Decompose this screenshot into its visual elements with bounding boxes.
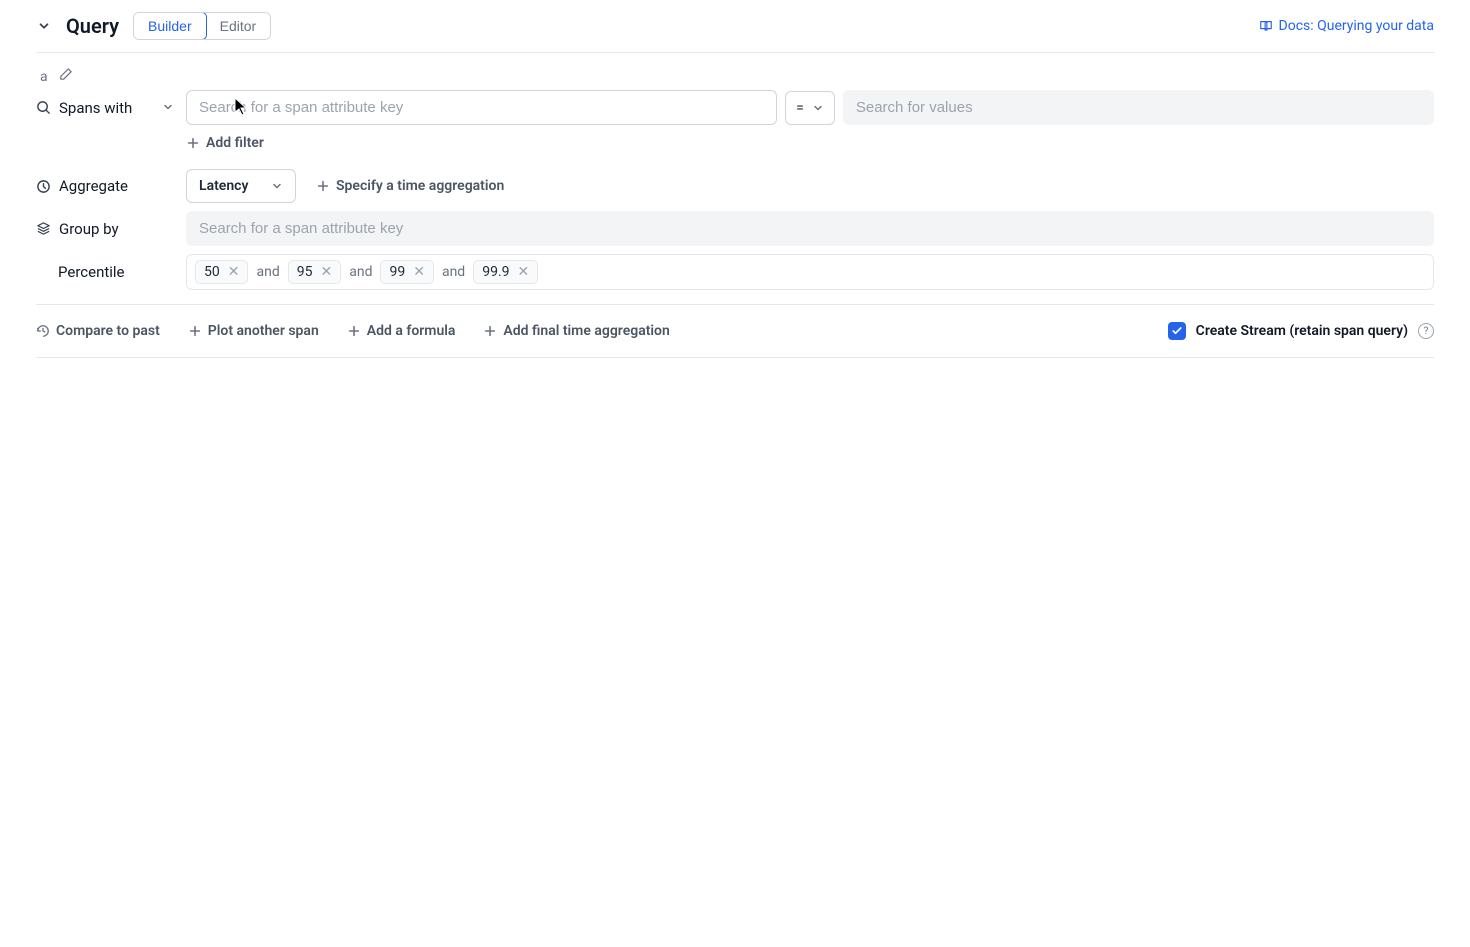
percentile-value: 95 <box>297 264 313 280</box>
query-body: a Spans with = Add filter <box>36 53 1434 358</box>
layers-icon <box>36 221 51 236</box>
help-icon[interactable]: ? <box>1418 323 1434 339</box>
plot-another-text: Plot another span <box>208 323 319 339</box>
spans-with-label[interactable]: Spans with <box>36 99 174 117</box>
and-text: and <box>256 264 279 280</box>
aggregate-row: Aggregate Latency Specify a time aggrega… <box>36 169 1434 203</box>
close-icon[interactable]: ✕ <box>228 265 240 279</box>
group-by-text: Group by <box>59 220 174 238</box>
page-title: Query <box>66 14 119 38</box>
close-icon[interactable]: ✕ <box>320 265 332 279</box>
percentile-value: 99 <box>389 264 405 280</box>
percentile-row: Percentile 50 ✕ and 95 ✕ and 99 ✕ and 99… <box>36 254 1434 290</box>
add-formula-button[interactable]: Add a formula <box>347 319 456 343</box>
percentile-tag-999: 99.9 ✕ <box>473 260 538 284</box>
docs-link[interactable]: Docs: Querying your data <box>1259 18 1434 34</box>
add-filter-button[interactable]: Add filter <box>186 131 1434 155</box>
book-icon <box>1259 19 1273 33</box>
clock-icon <box>36 179 51 194</box>
operator-select[interactable]: = <box>785 91 835 125</box>
aggregate-content: Latency Specify a time aggregation <box>186 169 1434 203</box>
specify-time-agg-text: Specify a time aggregation <box>336 178 504 194</box>
spans-with-row: Spans with = <box>36 90 1434 125</box>
compare-to-past-button[interactable]: Compare to past <box>36 319 160 343</box>
edit-icon[interactable] <box>58 67 73 86</box>
search-icon <box>36 100 51 115</box>
series-letter: a <box>40 69 48 85</box>
header-left: Query Builder Editor <box>36 12 1245 40</box>
docs-link-text: Docs: Querying your data <box>1279 18 1434 34</box>
and-text: and <box>442 264 465 280</box>
chevron-down-icon <box>812 102 824 114</box>
close-icon[interactable]: ✕ <box>413 265 425 279</box>
chevron-down-icon <box>271 180 283 192</box>
add-final-time-agg-button[interactable]: Add final time aggregation <box>483 319 669 343</box>
create-stream-label: Create Stream (retain span query) <box>1196 323 1408 339</box>
create-stream-checkbox[interactable] <box>1168 322 1186 340</box>
and-text: and <box>349 264 372 280</box>
plus-icon <box>188 324 202 338</box>
spans-with-text: Spans with <box>59 99 154 117</box>
group-by-content <box>186 211 1434 246</box>
percentile-text: Percentile <box>58 263 174 281</box>
group-by-input[interactable] <box>186 211 1434 246</box>
history-icon <box>36 324 50 338</box>
percentile-label: Percentile <box>36 263 174 281</box>
specify-time-agg-button[interactable]: Specify a time aggregation <box>316 174 504 198</box>
percentile-value: 99.9 <box>482 264 509 280</box>
aggregate-value: Latency <box>199 178 248 194</box>
actions-right: Create Stream (retain span query) ? <box>1168 322 1434 340</box>
group-by-row: Group by <box>36 211 1434 246</box>
group-by-label: Group by <box>36 220 174 238</box>
plus-icon <box>347 324 361 338</box>
percentile-container[interactable]: 50 ✕ and 95 ✕ and 99 ✕ and 99.9 ✕ <box>186 254 1434 290</box>
operator-value: = <box>796 100 804 116</box>
aggregate-text: Aggregate <box>59 177 174 195</box>
close-icon[interactable]: ✕ <box>518 265 530 279</box>
check-icon <box>1171 325 1183 337</box>
plus-icon <box>186 136 200 150</box>
spans-with-content: = <box>186 90 1434 125</box>
add-final-time-text: Add final time aggregation <box>503 323 669 339</box>
compare-past-text: Compare to past <box>56 323 160 339</box>
percentile-tag-95: 95 ✕ <box>288 260 341 284</box>
tab-editor[interactable]: Editor <box>206 13 271 39</box>
chevron-down-icon[interactable] <box>162 99 174 117</box>
percentile-tag-50: 50 ✕ <box>195 260 248 284</box>
span-attribute-input[interactable] <box>186 90 777 125</box>
add-filter-row: Add filter <box>36 131 1434 155</box>
actions-row: Compare to past Plot another span Add a … <box>36 304 1434 358</box>
plus-icon <box>316 179 330 193</box>
percentile-tag-99: 99 ✕ <box>380 260 433 284</box>
add-filter-text: Add filter <box>206 135 264 151</box>
actions-left: Compare to past Plot another span Add a … <box>36 319 670 343</box>
query-header: Query Builder Editor Docs: Querying your… <box>36 12 1434 53</box>
plus-icon <box>483 324 497 338</box>
tab-builder[interactable]: Builder <box>133 12 207 40</box>
percentile-value: 50 <box>204 264 220 280</box>
tabs: Builder Editor <box>133 12 271 40</box>
collapse-icon[interactable] <box>36 18 52 34</box>
aggregate-select[interactable]: Latency <box>186 169 296 203</box>
plot-another-span-button[interactable]: Plot another span <box>188 319 319 343</box>
series-label-row: a <box>36 67 1434 86</box>
aggregate-label: Aggregate <box>36 177 174 195</box>
values-input[interactable] <box>843 90 1434 125</box>
add-formula-text: Add a formula <box>367 323 456 339</box>
